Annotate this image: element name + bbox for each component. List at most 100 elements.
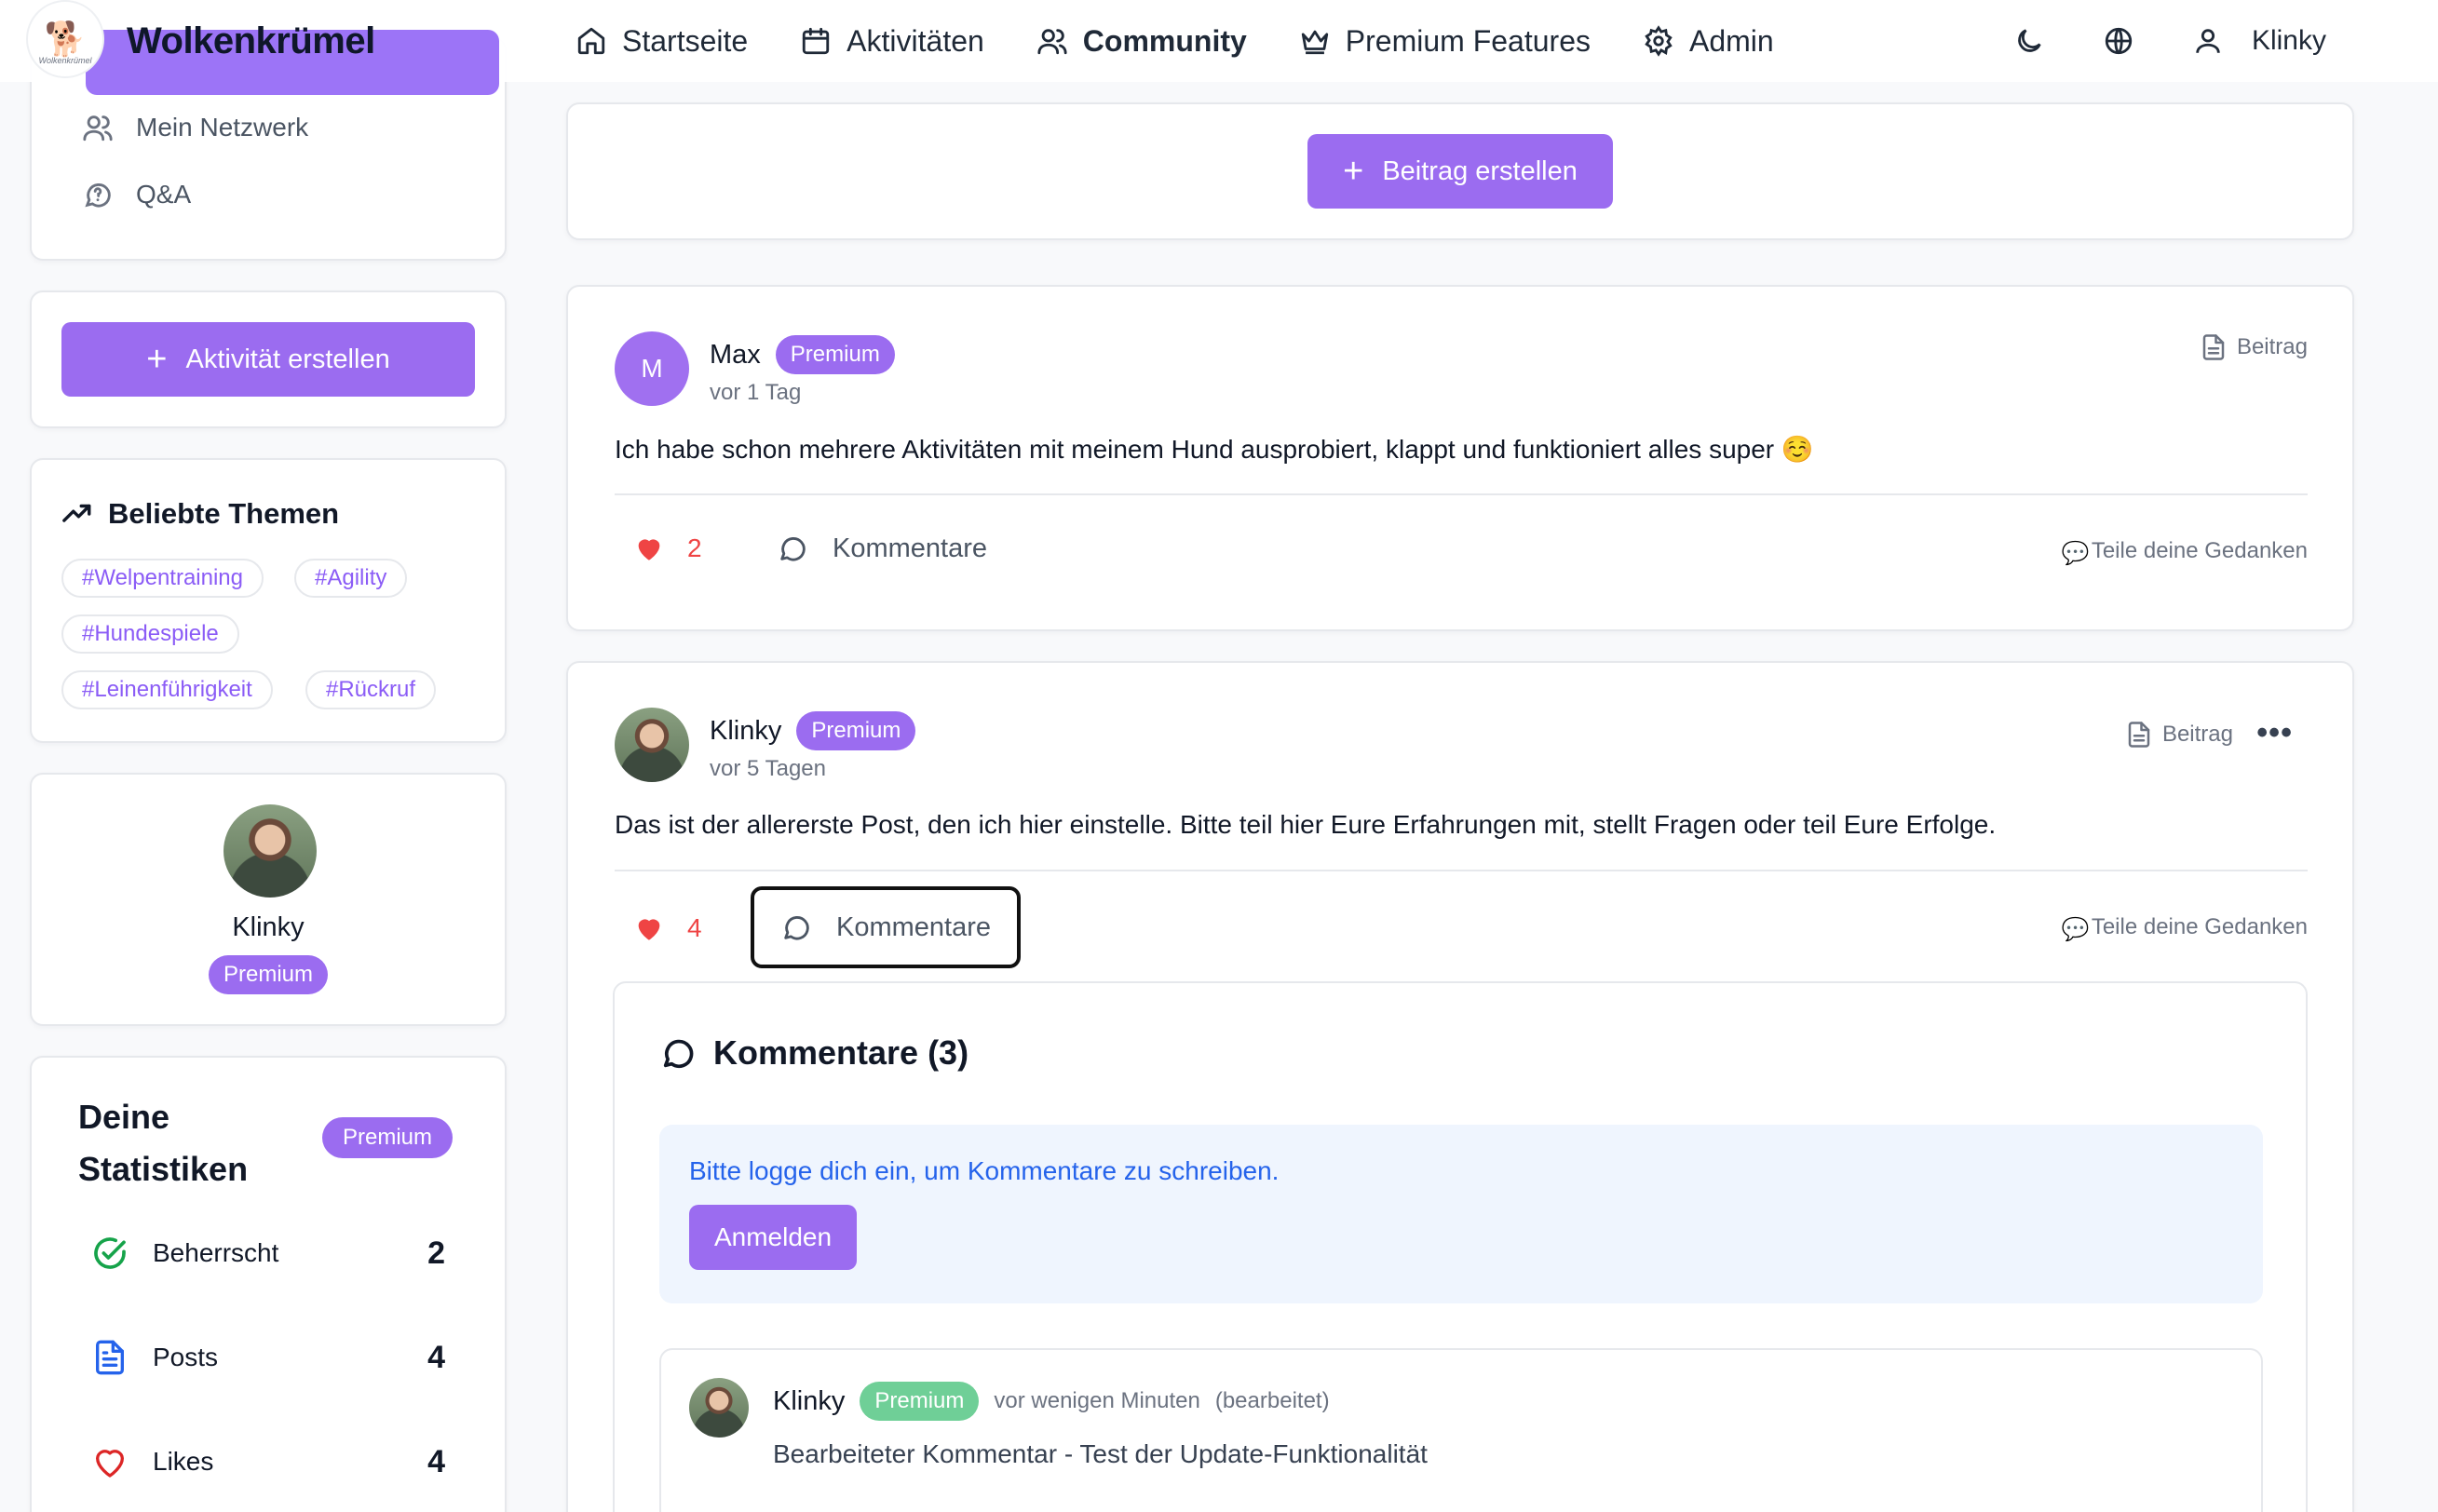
globe-icon[interactable] [2103,25,2134,57]
document-icon [96,1340,124,1375]
question-bubble-icon [85,183,111,208]
create-activity-button[interactable]: + Aktivität erstellen [61,322,475,397]
comments-button[interactable]: Kommentare [777,533,987,564]
topic-tag[interactable]: #Welpentraining [61,559,264,598]
sidebar-item-mein-netzwerk[interactable]: Mein Netzwerk [82,112,308,143]
comment-item: Klinky Premium vor wenigen Minuten (bear… [659,1348,2263,1512]
topic-tag[interactable]: #Rückruf [305,670,437,709]
users-icon [83,115,113,142]
stat-value: 4 [427,1339,445,1375]
user-name: Klinky [2251,25,2326,56]
avatar[interactable] [615,708,689,782]
avatar[interactable]: M [615,331,689,406]
comment-edited: (bearbeitet) [1214,1388,1330,1413]
comments-title-label: Kommentare (3) [713,1033,969,1072]
comments-label: Kommentare [836,911,992,942]
crown-icon [1301,30,1328,55]
stats-title-line1: Deine [78,1098,170,1136]
user-icon [2196,29,2220,53]
user-menu[interactable]: Klinky [2192,25,2326,57]
popular-topics-card: Beliebte Themen #Welpentraining #Agility… [30,458,507,743]
avatar[interactable] [223,804,317,898]
create-post-button[interactable]: + Beitrag erstellen [1307,134,1613,209]
like-button[interactable]: 4 [633,912,702,944]
topic-tag[interactable]: #Leinenführigkeit [61,670,273,709]
logo-caption: Wolkenkrümel [38,56,92,65]
speech-bubble-icon: 💬 [2061,917,2090,942]
share-label: Teile deine Gedanken [2091,538,2308,563]
brand-name: Wolkenkrümel [127,20,375,61]
author-block: Max Premium vor 1 Tag [710,335,895,406]
stats-title: Deine Statistiken [78,1091,248,1195]
comments-panel: Kommentare (3) Bitte logge dich ein, um … [613,981,2308,1512]
stat-label: Likes [153,1447,214,1476]
calendar-icon [803,27,830,55]
stat-value: 4 [427,1443,445,1479]
nav-admin[interactable]: Admin [1643,24,1774,59]
post-text: Ich habe schon mehrere Aktivitäten mit m… [615,435,1814,464]
premium-badge: Premium [860,1382,980,1421]
comment-header: Klinky Premium vor wenigen Minuten (bear… [773,1382,1330,1421]
nav-aktivitaeten[interactable]: Aktivitäten [800,24,984,59]
comment-icon [663,1039,694,1069]
stat-row-posts: Posts 4 [91,1339,445,1376]
popular-topics-title: Beliebte Themen [61,497,339,531]
topic-tag[interactable]: #Agility [294,559,408,598]
moon-icon[interactable] [2013,25,2045,57]
post-header: M Max Premium vor 1 Tag [615,331,895,406]
comment-author[interactable]: Klinky [773,1386,845,1417]
heart-icon [638,539,660,560]
premium-badge: Premium [322,1117,454,1158]
login-prompt: Bitte logge dich ein, um Kommentare zu s… [689,1156,1280,1185]
premium-badge: Premium [775,335,895,374]
stat-row-beherrscht: Beherrscht 2 [91,1235,445,1272]
post-type: Beitrag [2200,333,2308,361]
create-activity-label: Aktivität erstellen [185,344,390,374]
login-button[interactable]: Anmelden [689,1205,857,1270]
sidebar-item-label: Mein Netzwerk [136,113,309,142]
create-post-label: Beitrag erstellen [1382,155,1578,186]
nav-label: Premium Features [1345,23,1591,58]
author-block: Klinky Premium vor 5 Tagen [710,711,916,782]
trending-up-icon [62,504,91,522]
nav-label: Community [1082,23,1247,58]
like-count: 2 [687,533,702,562]
nav-startseite[interactable]: Startseite [576,24,748,59]
gear-icon [1645,25,1673,57]
profile-name: Klinky [232,912,305,942]
stat-value: 2 [427,1235,445,1271]
comments-title: Kommentare (3) [659,1033,968,1073]
users-icon [1037,29,1067,55]
heart-icon [638,919,660,940]
stats-title-line2: Statistiken [78,1150,249,1188]
profile-badge-wrap: Premium [32,955,505,994]
author-line: Max Premium [710,335,895,374]
post-card: M Max Premium vor 1 Tag Beitrag Ich habe… [566,285,2354,631]
author-name[interactable]: Klinky [710,716,781,747]
nav-community[interactable]: Community [1036,24,1247,59]
check-circle-icon [94,1237,126,1269]
top-navigation: 🐕 Wolkenkrümel Wolkenkrümel Startseite A… [0,0,2438,95]
divider [615,493,2308,495]
plus-icon: + [146,340,168,379]
premium-badge: Premium [208,955,328,994]
avatar[interactable] [689,1378,749,1438]
post-time: vor 5 Tagen [710,756,826,781]
popular-topics-label: Beliebte Themen [108,497,340,530]
nav-premium-features[interactable]: Premium Features [1299,24,1591,59]
share-thoughts[interactable]: 💬 Teile deine Gedanken [2061,914,2308,942]
brand[interactable]: 🐕 Wolkenkrümel Wolkenkrümel [26,0,499,95]
speech-bubble-icon: 💬 [2061,541,2090,566]
comments-button[interactable]: Kommentare [751,886,1022,968]
share-thoughts[interactable]: 💬 Teile deine Gedanken [2061,538,2308,566]
dog-icon: 🐕 [44,20,87,58]
author-name[interactable]: Max [710,340,761,371]
sidebar-item-qa[interactable]: Q&A [82,179,191,210]
like-button[interactable]: 2 [633,533,702,564]
topic-tag[interactable]: #Hundespiele [61,614,239,654]
profile-card: Klinky Premium [30,773,507,1026]
post-time: vor 1 Tag [710,380,802,405]
more-options-icon[interactable]: ••• [2256,715,2293,751]
document-icon [2128,722,2150,748]
share-label: Teile deine Gedanken [2091,914,2308,939]
